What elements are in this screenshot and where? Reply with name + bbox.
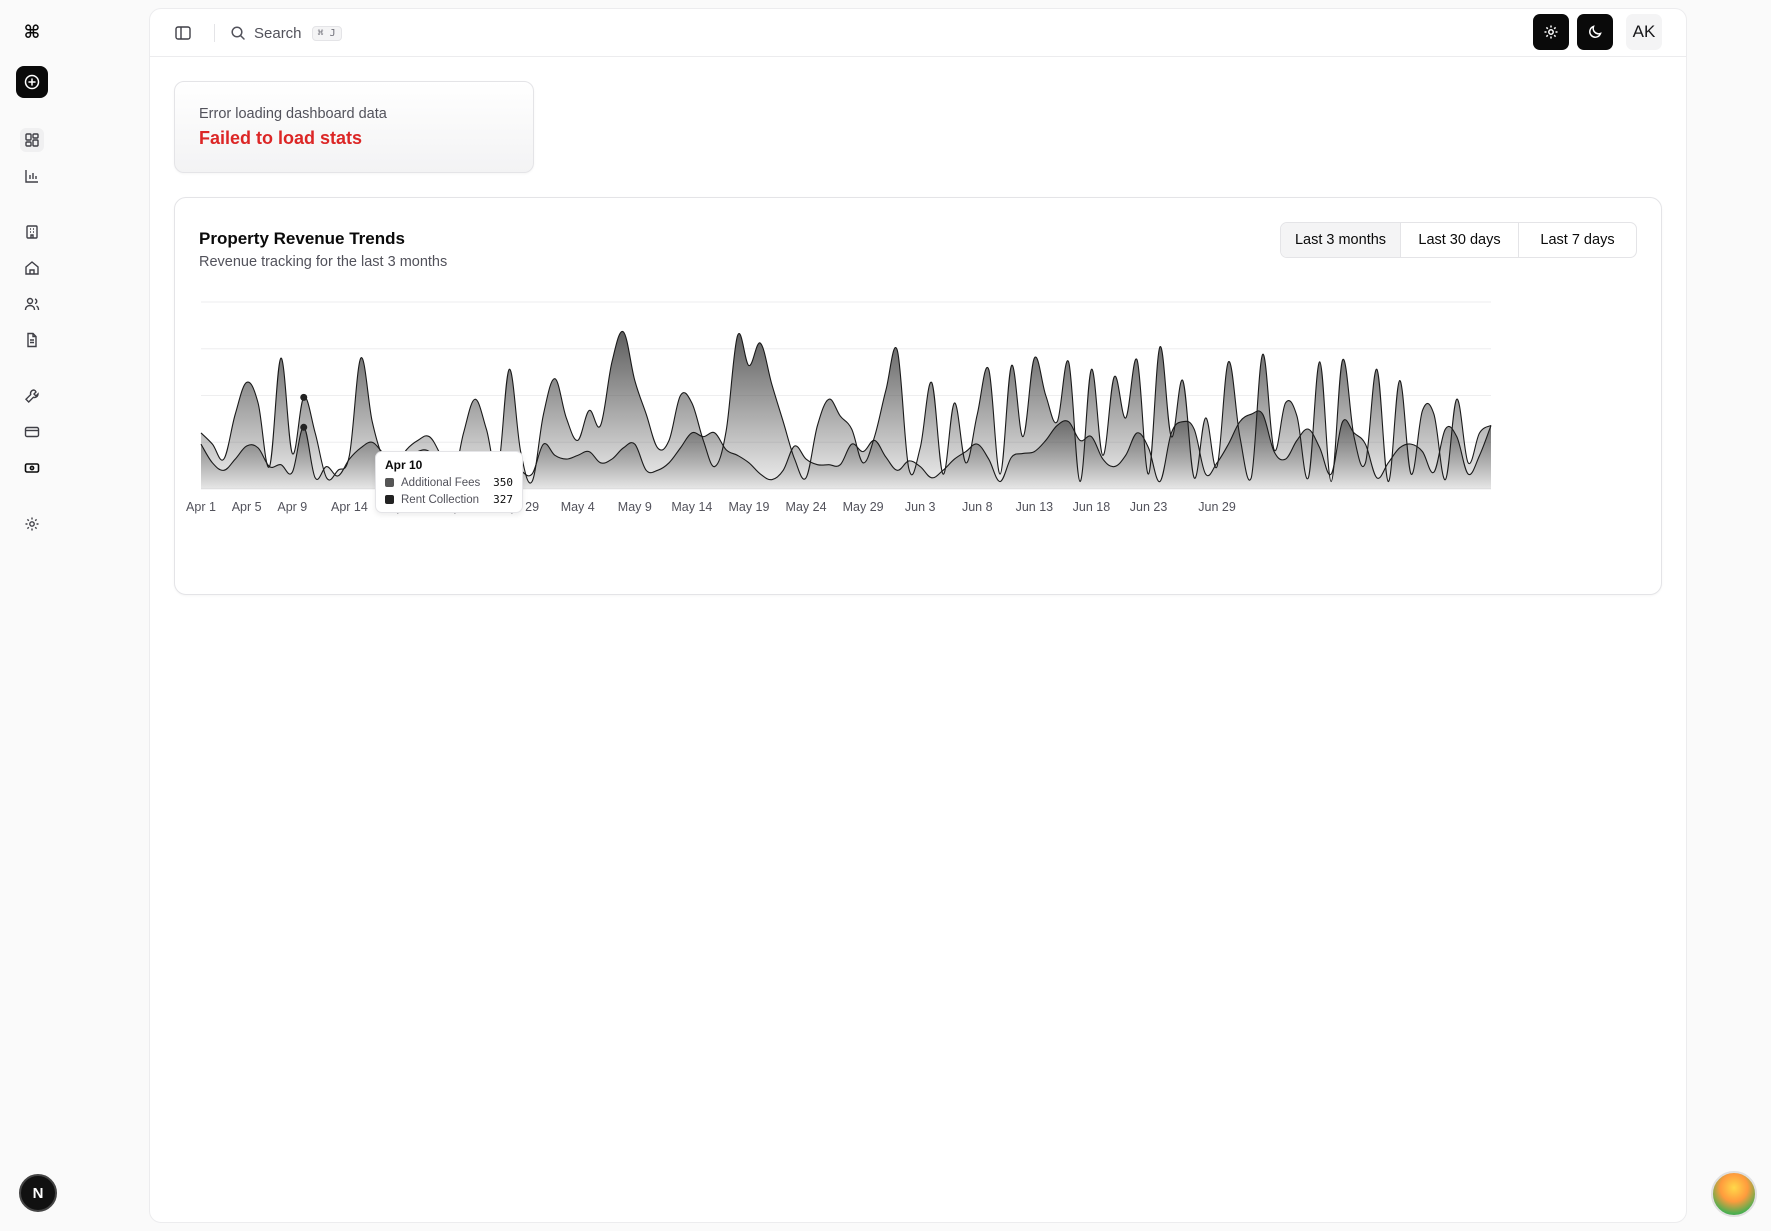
x-tick-label: May 24	[786, 500, 827, 514]
tooltip-value-fees: 350	[493, 476, 513, 489]
x-tick-label: May 29	[843, 500, 884, 514]
assistant-launcher-button[interactable]	[1711, 1171, 1757, 1217]
legend-swatch-fees	[385, 478, 394, 487]
search-shortcut: ⌘ J	[311, 25, 342, 41]
x-tick-label: May 9	[618, 500, 652, 514]
revenue-chart-card: Apr 1Apr 5Apr 9Apr 14Apr 19Apr 24Apr 29M…	[174, 197, 1662, 595]
sidebar: ⌘ N	[0, 0, 64, 1231]
new-item-button[interactable]	[16, 66, 48, 98]
topbar: Search ⌘ J AK	[150, 9, 1686, 57]
plus-circle-icon	[24, 74, 40, 90]
topbar-divider	[214, 24, 215, 42]
search-icon	[231, 26, 245, 40]
home-icon	[25, 261, 39, 275]
chart-title: Property Revenue Trends	[199, 229, 405, 248]
tooltip-label-fees: Additional Fees	[401, 476, 481, 489]
stats-error-card: Error loading dashboard data Failed to l…	[174, 81, 534, 173]
x-tick-label: Apr 14	[331, 500, 368, 514]
user-avatar[interactable]: AK	[1626, 14, 1662, 50]
time-range-toggle: Last 3 months Last 30 days Last 7 days	[1280, 222, 1637, 258]
theme-toggle-button[interactable]	[1577, 14, 1613, 50]
main-panel: Search ⌘ J AK Error loading dashboard da…	[149, 8, 1687, 1223]
sidebar-toggle-button[interactable]	[174, 24, 192, 42]
x-tick-label: Apr 5	[232, 500, 262, 514]
search-label: Search	[254, 24, 302, 42]
sidebar-item-properties[interactable]	[20, 256, 44, 280]
file-text-icon	[27, 332, 37, 348]
x-tick-label: May 4	[561, 500, 595, 514]
chart-tooltip: Apr 10 Additional Fees 350 Rent Collecti…	[375, 451, 523, 513]
legend-swatch-rent	[385, 495, 394, 504]
x-tick-label: Jun 3	[905, 500, 936, 514]
range-last-30-days[interactable]: Last 30 days	[1400, 223, 1518, 257]
sidebar-item-settings[interactable]	[20, 512, 44, 536]
sidebar-item-tenants[interactable]	[20, 292, 44, 316]
x-tick-label: Jun 13	[1016, 500, 1054, 514]
sidebar-item-payments[interactable]	[20, 420, 44, 444]
building-icon	[26, 225, 38, 239]
tooltip-date: Apr 10	[385, 458, 423, 472]
tooltip-label-rent: Rent Collection	[401, 493, 479, 506]
bar-chart-icon	[25, 170, 38, 183]
range-last-7-days[interactable]: Last 7 days	[1518, 223, 1636, 257]
x-tick-label: Jun 18	[1073, 500, 1111, 514]
moon-icon	[1589, 25, 1602, 38]
sidebar-item-buildings[interactable]	[20, 220, 44, 244]
hover-point	[300, 423, 308, 431]
sidebar-item-documents[interactable]	[20, 328, 44, 352]
sidebar-item-dashboard[interactable]	[20, 128, 44, 152]
users-icon	[24, 297, 40, 311]
credit-card-icon	[24, 426, 40, 438]
tooltip-value-rent: 327	[493, 493, 513, 506]
x-tick-label: Jun 29	[1198, 500, 1236, 514]
search-button[interactable]: Search ⌘ J	[230, 19, 342, 47]
x-tick-label: May 14	[671, 500, 712, 514]
gear-icon	[25, 517, 39, 531]
app-logo[interactable]: ⌘	[20, 20, 44, 44]
x-tick-label: Apr 9	[277, 500, 307, 514]
range-last-3-months[interactable]: Last 3 months	[1281, 223, 1400, 257]
sidebar-item-maintenance[interactable]	[20, 384, 44, 408]
banknote-icon	[24, 463, 40, 473]
wrench-icon	[25, 389, 39, 403]
x-tick-label: May 19	[728, 500, 769, 514]
tooltip-row-fees: Additional Fees 350	[385, 476, 513, 489]
settings-button[interactable]	[1533, 14, 1569, 50]
x-tick-label: Apr 1	[186, 500, 216, 514]
x-tick-label: Jun 23	[1130, 500, 1168, 514]
sidebar-item-analytics[interactable]	[20, 164, 44, 188]
user-menu-avatar[interactable]: N	[19, 1174, 57, 1212]
tooltip-row-rent: Rent Collection 327	[385, 493, 513, 506]
layout-dashboard-icon	[25, 133, 39, 147]
x-tick-label: Jun 8	[962, 500, 993, 514]
sidebar-item-finance[interactable]	[20, 456, 44, 480]
error-label: Error loading dashboard data	[199, 106, 387, 122]
error-message: Failed to load stats	[199, 128, 363, 148]
chart-subtitle: Revenue tracking for the last 3 months	[199, 254, 448, 270]
hover-point	[300, 393, 308, 401]
panel-left-icon	[175, 26, 191, 40]
gear-icon	[1544, 25, 1558, 39]
